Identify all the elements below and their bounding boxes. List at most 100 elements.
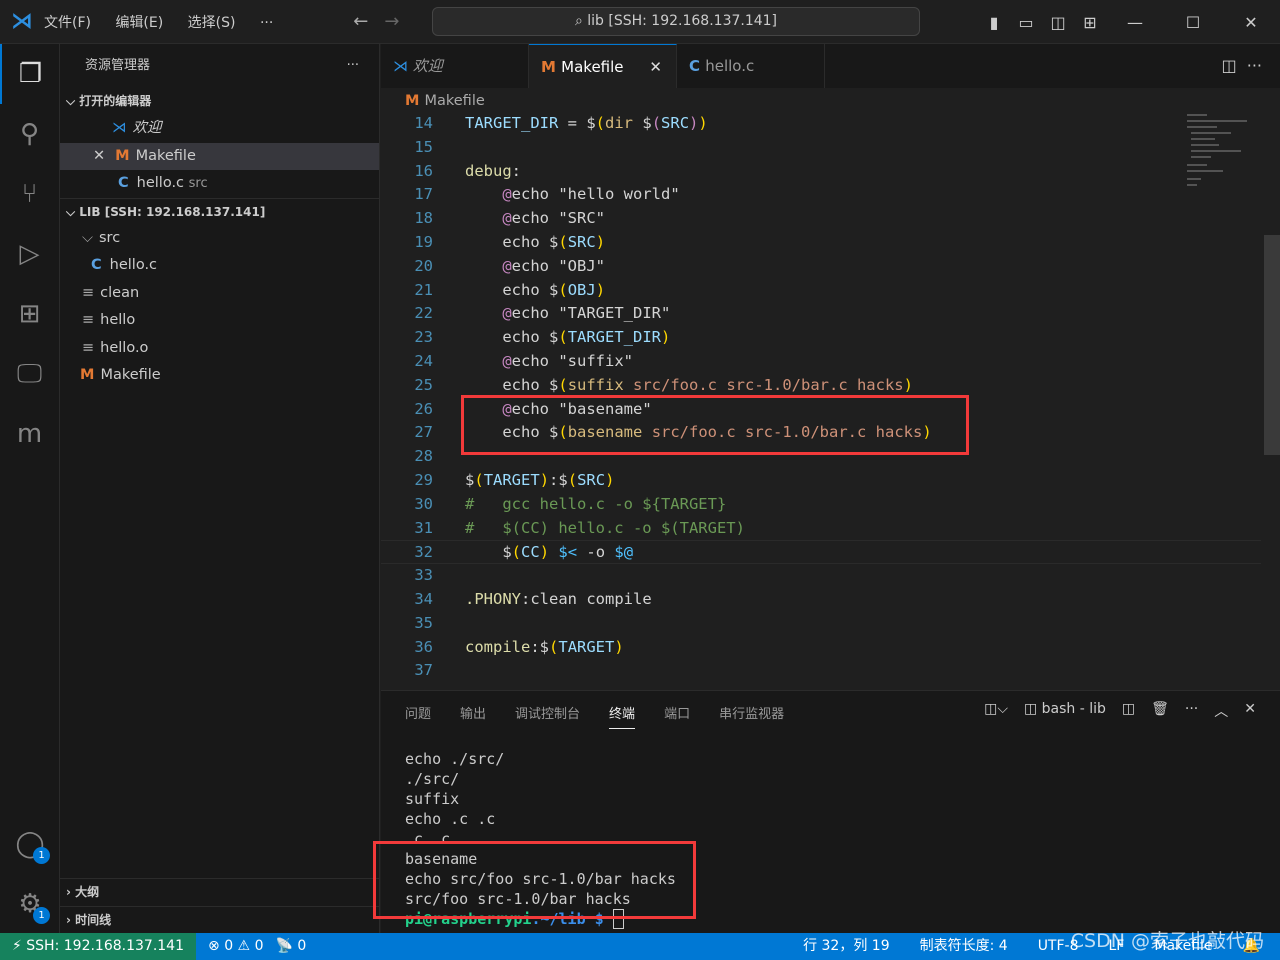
code-token: compile [465,637,531,656]
code-token: echo [511,304,559,323]
tree-item-hello-c[interactable]: Chello.c [60,252,379,280]
source-control-icon[interactable]: ⑂ [0,164,59,224]
remote-indicator[interactable]: ⚡ SSH: 192.168.137.141 [0,933,196,960]
tab-serial-monitor[interactable]: 串行监视器 [719,703,784,729]
code-token: # gcc hello.c -o ${TARGET} [465,494,727,513]
menu-selection[interactable]: 选择(S) [188,15,236,31]
more-actions-icon[interactable]: ··· [1185,701,1198,721]
outline-section[interactable]: › 大纲 [60,878,380,905]
code-token: ( [474,470,484,489]
back-arrow-icon[interactable]: ← [353,11,368,32]
line-number: 22 [414,304,433,323]
terminal-selector[interactable]: ◫ bash - lib [1024,701,1106,721]
c-file-icon: C [689,57,706,75]
code-line: 18 @echo "SRC" [381,207,1261,231]
code-token: ( [595,114,606,132]
menu-more[interactable]: ··· [260,15,273,31]
more-actions-icon[interactable]: ··· [347,44,359,88]
code-token: # $(CC) hello.c -o $(TARGET) [465,518,745,537]
more-actions-icon[interactable]: ··· [1247,56,1262,75]
menu-bar: 文件(F) 编辑(E) 选择(S) ··· [44,12,293,32]
account-icon[interactable]: ◯ 1 [0,814,60,874]
new-terminal-split-icon[interactable]: ◫⌵ [984,701,1008,721]
breadcrumb[interactable]: M Makefile [381,88,485,114]
line-text: echo $(OBJ) [433,279,605,303]
layout-icon[interactable]: ⊞ [1074,13,1106,32]
gear-icon[interactable]: ⚙ 1 [0,874,60,934]
code-token: ( [558,280,568,299]
tab-output[interactable]: 输出 [460,703,486,729]
code-token: echo [511,185,559,204]
trash-icon[interactable]: 🗑 [1151,701,1169,721]
code-token: ) [539,470,550,489]
tab-debug-console[interactable]: 调试控制台 [515,703,580,729]
code-token: ( [567,470,578,489]
title-bar: ⋊ 文件(F) 编辑(E) 选择(S) ··· ← → ⌕ lib [SSH: 1… [0,0,1280,44]
extensions-icon[interactable]: ⊞ [0,284,59,344]
ports-indicator[interactable]: 📡 0 [275,933,306,960]
tab-problems[interactable]: 问题 [405,703,431,729]
open-editor-welcome[interactable]: ⋊ 欢迎 [60,115,379,143]
maximize-button[interactable]: ☐ [1164,13,1222,32]
toggle-sidebar-icon[interactable]: ▮ [978,13,1010,32]
remote-explorer-icon[interactable]: 🖵 [0,344,59,404]
code-token: TARGET_DIR [567,328,662,347]
line-text: # gcc hello.c -o ${TARGET} [433,493,726,517]
tab-terminal[interactable]: 终端 [609,703,636,729]
tree-item-clean[interactable]: ≡ clean [60,280,379,308]
menu-edit[interactable]: 编辑(E) [115,15,163,31]
line-text [433,659,465,683]
close-button[interactable]: ✕ [1222,13,1280,32]
code-token: TARGET_DIR [465,114,559,132]
minimize-button[interactable]: — [1106,13,1164,32]
code-token: $@ [614,543,634,562]
open-editor-makefile[interactable]: ✕ M Makefile [60,142,379,170]
tab-makefile[interactable]: M Makefile ✕ [529,44,677,88]
run-debug-icon[interactable]: ▷ [0,224,59,284]
tab-ports[interactable]: 端口 [664,703,690,729]
code-token: SRC [567,232,596,251]
problems-indicator[interactable]: ⊗ 0 ⚠ 0 [208,933,263,960]
explorer-sidebar: 资源管理器 ··· ⌵ 打开的编辑器 ⋊ 欢迎 ✕ M Makefile Chello.… [60,44,380,933]
toggle-secondary-sidebar-icon[interactable]: ◫ [1042,13,1074,32]
code-token: $< [558,543,578,562]
folder-section[interactable]: ⌵ LIB [SSH: 192.168.137.141] [60,197,379,225]
close-tab-icon[interactable]: ✕ [649,45,662,89]
open-editors-section[interactable]: ⌵ 打开的编辑器 [60,88,379,115]
search-icon[interactable]: ⚲ [0,104,59,164]
close-icon[interactable]: ✕ [93,148,105,164]
editor-scrollbar[interactable] [1264,235,1280,455]
line-number: 25 [414,375,433,394]
toggle-panel-icon[interactable]: ▭ [1010,13,1042,32]
forward-arrow-icon[interactable]: → [384,11,399,32]
minimap[interactable] [1185,112,1265,192]
close-panel-icon[interactable]: ✕ [1244,701,1256,721]
line-text: @echo "hello world" [433,183,679,207]
menu-file[interactable]: 文件(F) [44,15,91,31]
line-text: debug: [433,160,521,184]
command-center-search[interactable]: ⌕ lib [SSH: 192.168.137.141] [432,7,920,36]
code-token: ) [903,375,913,394]
code-token: echo [465,280,549,299]
explorer-icon[interactable]: ❐ [0,44,59,104]
tree-item-src[interactable]: ⌵ src [60,225,379,253]
tab-size[interactable]: 制表符长度: 4 [920,933,1008,960]
timeline-section[interactable]: › 时间线 [60,906,380,933]
code-line: 30 # gcc hello.c -o ${TARGET} [381,493,1261,517]
chevron-down-icon: ⌵ [82,229,93,246]
tree-item-hello-o[interactable]: ≡ hello.o [60,335,379,363]
code-token: ) [698,114,708,132]
tree-item-makefile[interactable]: M Makefile [60,362,379,390]
tab-welcome[interactable]: ⋊ 欢迎 [381,44,529,88]
split-editor-icon[interactable]: ◫ [1221,56,1236,75]
split-terminal-icon[interactable]: ◫ [1122,701,1135,721]
cursor-position[interactable]: 行 32，列 19 [803,933,890,960]
open-editor-hello-c[interactable]: Chello.c src [60,170,379,198]
platformio-icon[interactable]: m [0,404,59,464]
tab-hello-c[interactable]: C hello.c [677,44,825,88]
line-number: 33 [414,566,433,585]
maximize-panel-icon[interactable]: ︿ [1214,701,1228,721]
line-number: 19 [414,232,433,251]
code-line: 34 .PHONY:clean compile [381,588,1261,612]
tree-item-hello[interactable]: ≡ hello [60,307,379,335]
